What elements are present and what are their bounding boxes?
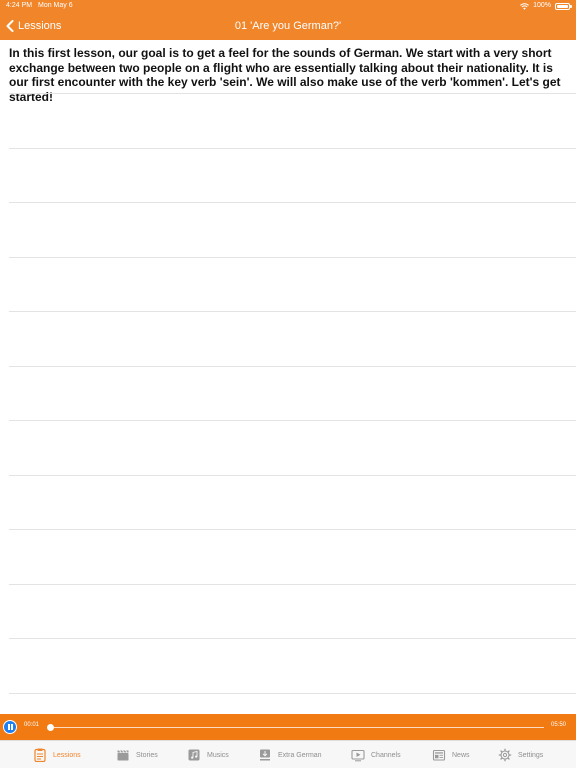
lesson-intro-text: In this first lesson, our goal is to get… [9,46,561,104]
music-note-icon [187,748,201,762]
tab-extra-german[interactable]: Extra German [258,741,322,768]
tab-label: Channels [371,751,401,759]
chevron-left-icon [6,20,14,32]
clapperboard-icon [116,748,130,762]
audio-player: 00:01 05:50 [0,714,576,740]
ruled-line [9,202,576,203]
tab-lessions[interactable]: Lessions [33,741,81,768]
gear-icon [498,748,512,762]
tab-news[interactable]: News [432,741,470,768]
ruled-line [9,366,576,367]
total-time: 05:50 [550,722,566,728]
newspaper-icon [432,748,446,762]
tab-label: News [452,751,470,759]
progress-slider[interactable] [47,723,544,731]
progress-thumb[interactable] [47,723,55,731]
status-bar: 4:24 PM Mon May 6 100% [0,0,576,12]
lesson-content[interactable]: In this first lesson, our goal is to get… [0,40,576,714]
tab-label: Extra German [278,751,322,759]
app-header: 4:24 PM Mon May 6 100% 01 'Are you Germa… [0,0,576,40]
navigation-bar: 01 'Are you German?' Lessions [0,12,576,40]
battery-icon [555,2,572,10]
status-indicators: 100% [520,0,572,12]
back-button[interactable]: Lessions [6,16,61,36]
ruled-line [9,311,576,312]
status-date: Mon May 6 [38,2,73,9]
tab-channels[interactable]: Channels [351,741,401,768]
ruled-line [9,693,576,694]
current-time: 00:01 [24,722,40,728]
status-time: 4:24 PM [6,2,33,9]
ruled-line [9,638,576,639]
ruled-line [9,93,576,94]
wifi-icon [520,2,530,10]
tab-stories[interactable]: Stories [116,741,158,768]
battery-percent: 100% [533,2,551,9]
tab-musics[interactable]: Musics [187,741,229,768]
ruled-line [9,584,576,585]
lessons-icon [33,748,47,762]
page-title: 01 'Are you German?' [234,20,342,32]
back-button-label: Lessions [18,20,62,32]
ruled-line [9,257,576,258]
pause-button[interactable] [3,720,17,734]
ruled-line [9,420,576,421]
ruled-line [9,148,576,149]
ruled-line [9,529,576,530]
tab-bar: Lessions Stories Musics Extra German Cha… [0,740,576,768]
tab-label: Settings [518,751,544,759]
ruled-line [9,475,576,476]
tab-label: Musics [207,751,229,759]
download-icon [258,748,272,762]
play-screen-icon [351,748,365,762]
tab-label: Stories [136,751,158,759]
tab-settings[interactable]: Settings [498,741,543,768]
tab-label: Lessions [53,751,81,759]
